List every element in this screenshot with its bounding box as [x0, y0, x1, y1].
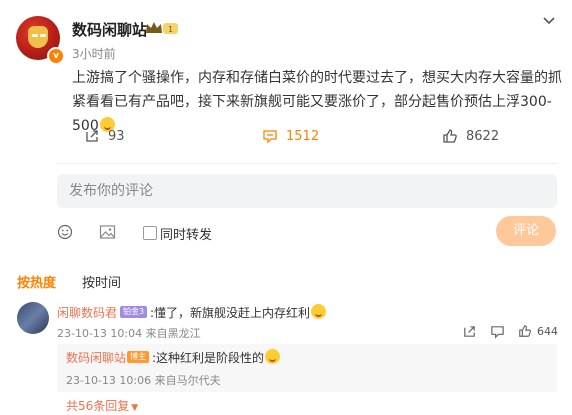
more-replies-label: 共56条回复: [66, 399, 130, 413]
reply-text: :这种红利是阶段性的: [152, 349, 281, 366]
mask-eye: [40, 34, 46, 37]
author-name[interactable]: 数码闲聊站: [72, 19, 147, 40]
like-count: 8622: [466, 128, 500, 144]
forward-checkbox-label: 同时转发: [160, 228, 213, 243]
chevron-down-icon[interactable]: [542, 16, 556, 26]
comment-count: 1512: [286, 128, 320, 144]
comment-icon: [263, 130, 277, 144]
thumbs-up-icon: [519, 325, 531, 337]
comment-reply-icon[interactable]: [490, 324, 505, 339]
comment-text-body: :懂了，新旗舰没赶上内存红利: [150, 306, 311, 320]
forward-button[interactable]: 93: [84, 128, 125, 144]
commenter-name[interactable]: 闲聊数码君: [57, 304, 117, 321]
reply-text-body: :这种红利是阶段性的: [152, 351, 265, 365]
commenter-avatar[interactable]: [17, 302, 49, 334]
comment-button[interactable]: 1512: [262, 128, 319, 144]
tab-sort-hot[interactable]: 按热度: [17, 272, 56, 291]
reply-meta: 23-10-13 10:06 来自马尔代夫: [66, 374, 221, 387]
image-upload-icon[interactable]: [99, 224, 116, 240]
comment-meta: 23-10-13 10:04 来自黑龙江: [57, 327, 201, 340]
iron-man-mask: [28, 26, 48, 48]
comment-share-icon[interactable]: [462, 324, 477, 339]
comment-text: :懂了，新旗舰没赶上内存红利: [150, 304, 327, 321]
post-text: 上游搞了个骚操作，内存和存储白菜价的时代要过去了，想买大内存大容量的抓紧看看已有…: [72, 70, 562, 134]
post-time: 3小时前: [72, 47, 116, 61]
share-icon: [86, 130, 98, 142]
thumbs-up-icon: [443, 129, 457, 143]
level-badge: 铂金3: [120, 306, 148, 318]
more-replies-link[interactable]: 共56条回复 ▼: [66, 397, 138, 414]
emoji-picker-icon[interactable]: [57, 224, 73, 240]
laugh-cry-emoji-icon: [265, 349, 281, 364]
caret-down-icon: ▼: [131, 403, 139, 413]
forward-count: 93: [108, 128, 125, 144]
mask-eye: [32, 34, 38, 37]
reply-author-name[interactable]: 数码闲聊站: [66, 349, 126, 366]
comment-like-count: 644: [537, 324, 558, 338]
comment-like-button[interactable]: 644: [518, 324, 558, 338]
crown-rank-badge: 1: [145, 20, 179, 36]
verified-icon: v: [47, 47, 65, 65]
submit-comment-button[interactable]: 评论: [496, 216, 556, 246]
tab-sort-time[interactable]: 按时间: [82, 272, 121, 291]
forward-checkbox[interactable]: [143, 226, 157, 240]
like-button[interactable]: 8622: [442, 128, 499, 144]
rank-badge-number: 1: [168, 25, 173, 34]
author-badge: 博主: [127, 351, 149, 363]
laugh-cry-emoji-icon: [311, 304, 327, 319]
comment-input[interactable]: 发布你的评论: [57, 174, 557, 208]
divider: [57, 163, 557, 164]
